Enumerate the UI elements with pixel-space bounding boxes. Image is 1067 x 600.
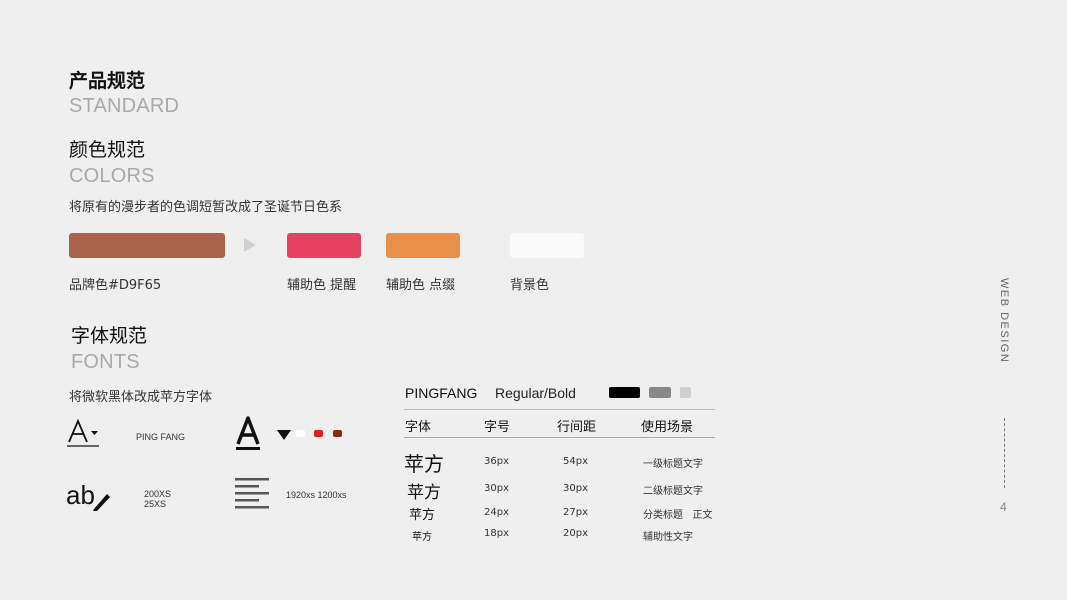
web-design-vertical-label: WEB DESIGN	[998, 278, 1010, 364]
row-line-height: 27px	[563, 507, 588, 518]
colors-subtitle: COLORS	[69, 165, 155, 187]
font-size-icon: ab	[66, 480, 110, 511]
spec-weights: Regular/Bold	[495, 385, 576, 401]
text-width-label: 1920xs 1200xs	[286, 490, 347, 500]
row-line-height: 30px	[563, 483, 588, 494]
spec-color-black-chip	[609, 387, 640, 398]
svg-text:ab: ab	[66, 480, 95, 510]
row-line-height: 54px	[563, 456, 588, 467]
page-number: 4	[1000, 500, 1007, 514]
spec-color-gray-chip	[649, 387, 671, 398]
fonts-description: 将微软黑体改成苹方字体	[69, 390, 213, 405]
header-font: 字体	[405, 420, 432, 435]
brand-color-label: 品牌色#D9F65	[69, 278, 162, 293]
spec-header-divider	[404, 437, 715, 438]
font-color-white-chip	[296, 430, 305, 437]
header-size: 字号	[484, 420, 511, 435]
row-size: 24px	[484, 507, 509, 518]
colors-description: 将原有的漫步者的色调短暂改成了圣诞节日色系	[69, 200, 343, 215]
colors-title: 颜色规范	[69, 139, 146, 161]
row-size: 36px	[484, 456, 509, 467]
alert-color-swatch	[287, 233, 361, 258]
font-family-label: PING FANG	[136, 432, 186, 442]
font-color-brown-chip	[333, 430, 342, 437]
header-usage: 使用场景	[641, 420, 694, 435]
row-usage: 辅助性文字	[643, 532, 693, 543]
row-usage: 分类标题 正文	[643, 510, 713, 521]
product-title: 产品规范	[69, 70, 146, 92]
row-line-height: 20px	[563, 528, 588, 539]
background-color-label: 背景色	[510, 278, 550, 293]
fonts-subtitle: FONTS	[71, 351, 140, 373]
brand-color-swatch	[69, 233, 225, 258]
spec-color-lightgray-chip	[680, 387, 691, 398]
font-size-label-2: 25XS	[144, 499, 167, 509]
accent-color-swatch	[386, 233, 460, 258]
row-usage: 二级标题文字	[643, 486, 703, 497]
fonts-title: 字体规范	[71, 325, 148, 347]
spec-top-divider	[404, 409, 715, 410]
background-color-swatch	[510, 233, 584, 258]
row-size: 30px	[484, 483, 509, 494]
font-size-label: 200XS 25XS	[144, 489, 171, 509]
row-sample: 苹方	[409, 508, 436, 523]
row-sample: 苹方	[404, 452, 444, 476]
font-color-red-chip	[314, 430, 323, 437]
font-size-label-1: 200XS	[144, 489, 172, 499]
product-subtitle: STANDARD	[69, 95, 180, 117]
alert-color-label: 辅助色 提醒	[287, 278, 357, 293]
row-usage: 一级标题文字	[643, 459, 703, 470]
row-sample: 苹方	[407, 483, 441, 503]
dropdown-arrow-icon	[277, 430, 291, 440]
side-dashed-divider	[1004, 418, 1005, 488]
row-sample: 苹方	[412, 532, 432, 543]
accent-color-label: 辅助色 点缀	[386, 278, 456, 293]
font-color-icon	[236, 416, 260, 450]
row-size: 18px	[484, 528, 509, 539]
arrow-right-icon	[244, 238, 256, 252]
font-family-icon	[67, 418, 99, 447]
spec-family: PINGFANG	[405, 385, 478, 401]
header-line-height: 行间距	[557, 420, 597, 435]
text-align-icon	[235, 478, 269, 509]
